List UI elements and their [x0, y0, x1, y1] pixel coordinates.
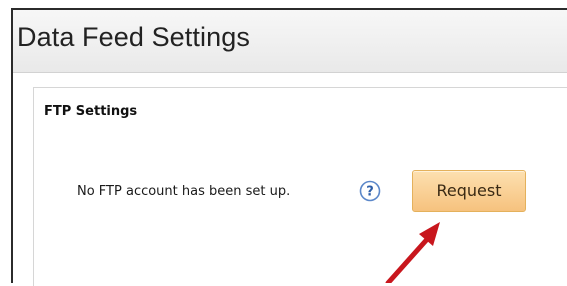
- svg-text:?: ?: [366, 185, 374, 200]
- page-title: Data Feed Settings: [17, 22, 250, 52]
- settings-panel: Data Feed Settings FTP Settings No FTP a…: [11, 8, 567, 286]
- request-button[interactable]: Request: [412, 170, 526, 212]
- help-icon[interactable]: ?: [359, 180, 381, 202]
- ftp-status-text: No FTP account has been set up.: [77, 184, 291, 199]
- page-header: Data Feed Settings: [13, 10, 567, 73]
- section-title: FTP Settings: [44, 104, 138, 119]
- ftp-settings-section: FTP Settings No FTP account has been set…: [33, 87, 567, 286]
